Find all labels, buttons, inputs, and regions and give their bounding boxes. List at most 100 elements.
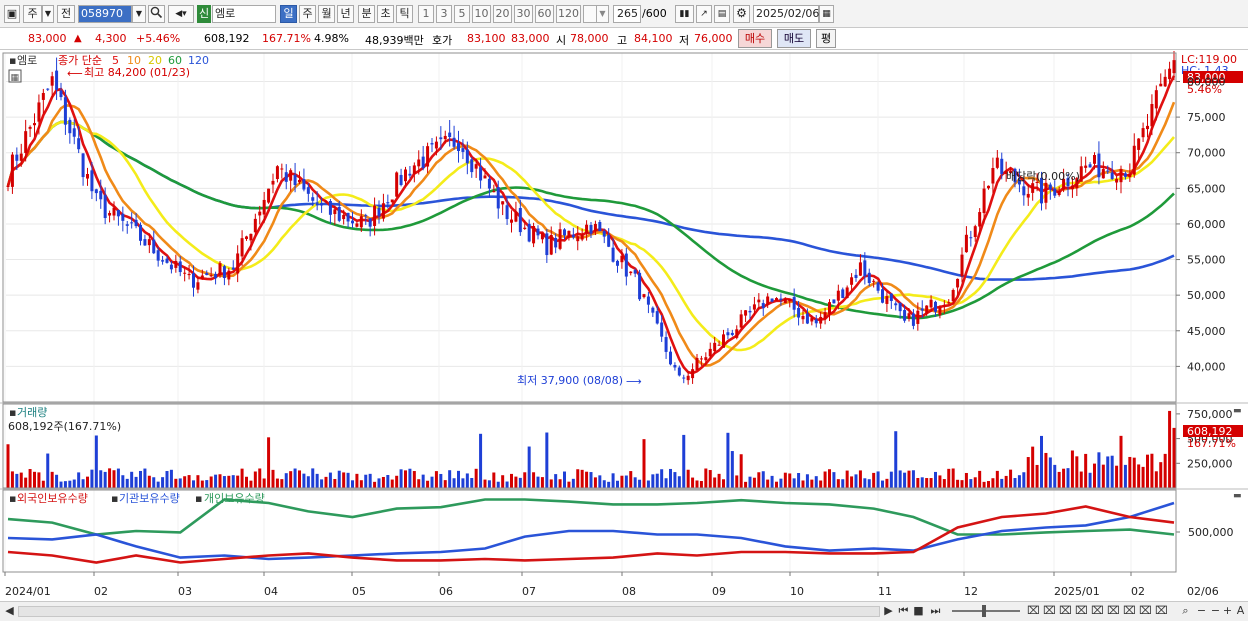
last-page-icon[interactable]: ⏭ xyxy=(928,604,943,619)
calendar-icon[interactable]: ▦ xyxy=(819,5,834,23)
market-selector[interactable]: 주 xyxy=(23,5,42,23)
font-size-icon[interactable]: A xyxy=(1233,604,1248,619)
candle-body xyxy=(567,230,571,238)
tool-icon-7[interactable]: ⌧ xyxy=(1122,604,1137,619)
candle-body xyxy=(655,311,659,324)
volume-bar xyxy=(646,480,650,488)
window-menu-icon[interactable]: ▣ xyxy=(4,5,20,23)
volume-bar xyxy=(169,469,173,488)
code-dropdown-icon[interactable]: ▼ xyxy=(132,5,146,23)
volume-bar xyxy=(563,471,566,488)
interval-5-button[interactable]: 5 xyxy=(454,5,470,23)
candle-body xyxy=(850,277,854,285)
zoom-slider[interactable] xyxy=(952,610,1020,612)
interval-10-button[interactable]: 10 xyxy=(472,5,491,23)
x-axis-label: 06 xyxy=(439,585,453,598)
settings-gear-icon[interactable]: ⚙ xyxy=(733,5,750,23)
candle-body xyxy=(775,298,778,301)
zoom-slider-handle[interactable] xyxy=(982,605,986,617)
interval-3-button[interactable]: 3 xyxy=(436,5,452,23)
volume-bar xyxy=(1097,452,1101,488)
volume-bar xyxy=(280,479,284,488)
interval-30-button[interactable]: 30 xyxy=(514,5,533,23)
candle-body xyxy=(24,131,28,153)
candle-body xyxy=(390,199,394,203)
volume-bar xyxy=(638,479,642,488)
tool-icon-5[interactable]: ⌧ xyxy=(1090,604,1105,619)
zoom-search-icon[interactable]: ⌕ xyxy=(1178,604,1193,619)
volume-bar xyxy=(324,476,328,488)
stop-icon[interactable]: ■ xyxy=(911,604,926,619)
data-count-input[interactable]: 265 xyxy=(613,5,641,23)
chart-canvas[interactable]: 750,000500,000250,000 ▪ 엠로 종가 단순 5 10 20… xyxy=(0,49,1248,601)
date-input[interactable]: 2025/02/06 xyxy=(753,5,819,23)
period-second-button[interactable]: 초 xyxy=(377,5,394,23)
first-page-icon[interactable]: ⏮ xyxy=(896,604,911,619)
interval-20-button[interactable]: 20 xyxy=(493,5,512,23)
volume-bar xyxy=(757,472,761,488)
evaluation-button[interactable]: 평 xyxy=(816,29,836,48)
volume-panel-icon[interactable]: ▪ xyxy=(9,406,16,419)
candle-body xyxy=(563,229,566,236)
scroll-left-icon[interactable]: ◀ xyxy=(2,604,17,619)
prev-button[interactable]: 전 xyxy=(57,5,75,23)
interval-120-button[interactable]: 120 xyxy=(556,5,581,23)
scroll-track[interactable] xyxy=(18,606,880,617)
tool-icon-6[interactable]: ⌧ xyxy=(1106,604,1121,619)
save-icon[interactable]: ▤ xyxy=(714,5,730,23)
buy-button[interactable]: 매수 xyxy=(738,29,772,48)
candle-body xyxy=(646,296,650,305)
tool-icon-3[interactable]: ⌧ xyxy=(1058,604,1073,619)
candle-body xyxy=(602,231,606,237)
bid-label: 호가 xyxy=(432,34,453,47)
period-minute-button[interactable]: 분 xyxy=(358,5,375,23)
tool-icon-9[interactable]: ⌧ xyxy=(1154,604,1169,619)
tool-icon-1[interactable]: ⌧ xyxy=(1026,604,1041,619)
period-yearly-button[interactable]: 년 xyxy=(337,5,354,23)
stock-code-input[interactable]: 058970 xyxy=(78,5,132,23)
interval-60-button[interactable]: 60 xyxy=(535,5,554,23)
zoom-out-icon[interactable]: − xyxy=(1194,604,1209,619)
volume-bar xyxy=(311,468,315,488)
candle-body xyxy=(289,170,293,181)
candle-body xyxy=(518,208,522,233)
candle-body xyxy=(408,173,412,176)
volume-bar xyxy=(492,472,496,488)
volume-bar xyxy=(898,470,902,488)
tool-icon-2[interactable]: ⌧ xyxy=(1042,604,1057,619)
candle-body xyxy=(236,253,240,274)
market-dropdown-icon[interactable]: ▼ xyxy=(42,5,54,23)
tool-icon-4[interactable]: ⌧ xyxy=(1074,604,1089,619)
candle-type-icon[interactable]: ▮▮ xyxy=(675,5,694,23)
indicator-icon[interactable]: ↗ xyxy=(696,5,712,23)
candle-body xyxy=(271,180,275,185)
scroll-right-icon[interactable]: ▶ xyxy=(881,604,896,619)
interval-1-button[interactable]: 1 xyxy=(418,5,434,23)
period-weekly-button[interactable]: 주 xyxy=(299,5,316,23)
price-panel-settings-icon[interactable]: ▪ xyxy=(9,54,16,67)
period-daily-button[interactable]: 일 xyxy=(280,5,297,23)
sound-icon[interactable]: ◀▾ xyxy=(168,5,194,23)
tool-icon-8[interactable]: ⌧ xyxy=(1138,604,1153,619)
volume-bar xyxy=(867,479,871,488)
candle-body xyxy=(280,168,284,170)
volume-bar xyxy=(828,469,831,488)
volume-bar xyxy=(1141,466,1145,488)
sell-button[interactable]: 매도 xyxy=(777,29,811,48)
chart-area[interactable]: 750,000 500,000 250,000 ▪ 엠로 종가 단순 5 10 20… xyxy=(0,49,1248,601)
volume-bar xyxy=(90,469,94,488)
candle-body xyxy=(33,123,36,126)
interval-dropdown-icon[interactable]: ▼ xyxy=(596,5,609,23)
candle-body xyxy=(492,191,496,193)
candle-body xyxy=(836,290,840,301)
holdings-panel-close-icon[interactable]: ▬ xyxy=(1233,491,1242,501)
volume-panel-close-icon[interactable]: ▬ xyxy=(1233,406,1242,416)
volume-bar xyxy=(664,478,668,488)
volume-bar xyxy=(779,478,783,488)
volume-bar xyxy=(306,476,310,488)
period-monthly-button[interactable]: 월 xyxy=(318,5,335,23)
stock-name-field[interactable]: 엠로 xyxy=(212,5,276,23)
search-icon[interactable] xyxy=(148,5,165,23)
period-tick-button[interactable]: 틱 xyxy=(396,5,413,23)
ma120-legend: 120 xyxy=(188,54,209,67)
